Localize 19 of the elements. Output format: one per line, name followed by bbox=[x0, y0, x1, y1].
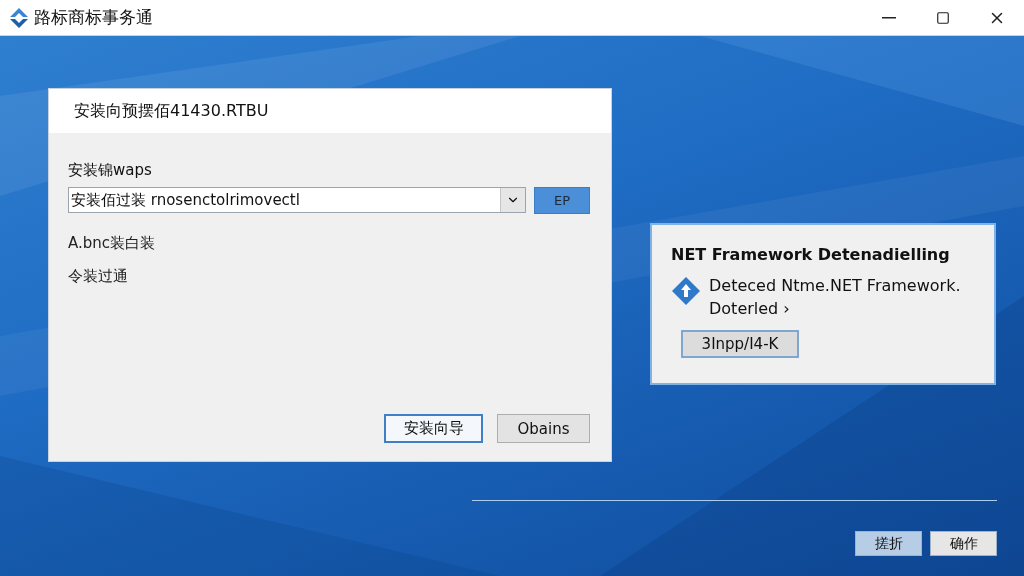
maximize-icon bbox=[936, 10, 950, 25]
footer-button[interactable]: 搓折 bbox=[855, 531, 922, 556]
info-text: A.bnc装白装 bbox=[68, 234, 157, 253]
footer-button[interactable]: 确作 bbox=[930, 531, 997, 556]
notification-title: NET Framework Detenadielling bbox=[671, 245, 951, 264]
combo-button[interactable]: EP bbox=[534, 187, 590, 214]
notification-message: Deteced Ntme.NET Framework. bbox=[709, 276, 961, 295]
info-text: 令装过通 bbox=[68, 267, 129, 286]
notification-button[interactable]: 3Inpp/I4-K bbox=[681, 330, 799, 358]
dialog-button[interactable]: 安装向导 bbox=[384, 414, 483, 443]
minimize-icon bbox=[882, 16, 896, 19]
upload-arrow-icon bbox=[671, 276, 701, 306]
field-label: 安装锦waps bbox=[68, 161, 153, 180]
app-logo-icon bbox=[8, 6, 30, 29]
window-title: 路标商标事务通 bbox=[34, 6, 154, 29]
dialog-button[interactable]: Obains bbox=[497, 414, 590, 443]
notification-detail: Doterled › bbox=[709, 299, 791, 318]
dialog-heading: 安装向预摆佰41430.RTBU bbox=[74, 100, 269, 122]
combo-box[interactable]: 安装佰过装 rnosenctolrimovectl bbox=[68, 187, 527, 213]
